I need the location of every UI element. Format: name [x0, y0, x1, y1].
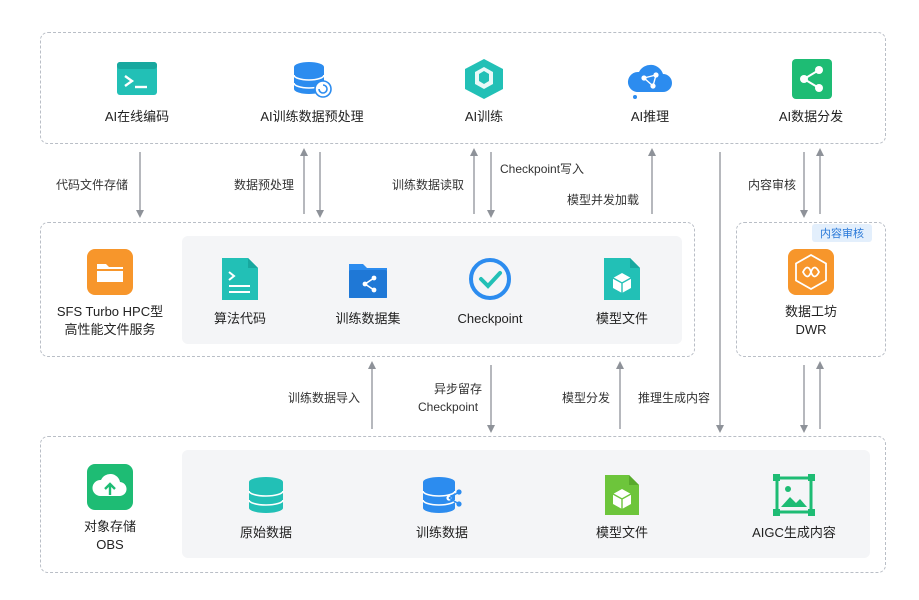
label-sfs-line2: 高性能文件服务 [64, 322, 156, 337]
label-ai-preprocess: AI训练数据预处理 [260, 109, 364, 124]
node-dwr: 数据工坊 DWR [741, 247, 881, 339]
label-obs-line1: 对象存储 [83, 519, 136, 534]
cloud-network-icon [627, 64, 672, 99]
label-raw-data: 原始数据 [239, 525, 292, 540]
label-checkpoint: Checkpoint [457, 311, 523, 326]
node-ai-training: AI训练 [414, 58, 554, 126]
label-ckpt-write: Checkpoint写入 [500, 162, 585, 176]
label-ai-distribution: AI数据分发 [778, 109, 844, 124]
node-ai-inference: AI推理 [580, 58, 720, 126]
terminal-icon [117, 62, 157, 95]
label-async-ckpt-1: 异步留存 [434, 382, 483, 396]
code-file-icon [222, 258, 258, 300]
database-refresh-icon [293, 62, 332, 98]
label-import-data: 训练数据导入 [288, 391, 361, 405]
node-training-data: 训练数据 [372, 474, 512, 542]
label-ai-inference: AI推理 [630, 109, 670, 124]
label-aigc-content: AIGC生成内容 [752, 525, 836, 540]
node-ai-preprocess: AI训练数据预处理 [242, 58, 382, 126]
database-share-icon [422, 477, 462, 513]
label-infer-gen: 推理生成内容 [638, 391, 711, 405]
database-icon [248, 477, 284, 513]
label-sfs-model-file: 模型文件 [595, 311, 648, 326]
label-model-dist: 模型分发 [562, 391, 611, 405]
node-algorithm-code: 算法代码 [170, 256, 310, 328]
node-training-dataset: 训练数据集 [298, 256, 438, 328]
node-sfs-turbo: SFS Turbo HPC型 高性能文件服务 [40, 247, 180, 339]
label-review: 内容审核 [748, 178, 797, 192]
model-file-icon [604, 258, 640, 300]
node-aigc-content: AIGC生成内容 [724, 474, 864, 542]
label-preprocess: 数据预处理 [234, 178, 295, 192]
label-sfs-line1: SFS Turbo HPC型 [56, 304, 164, 319]
node-obs-model-file: 模型文件 [552, 474, 692, 542]
node-checkpoint: Checkpoint [420, 256, 560, 328]
folder-icon [87, 249, 133, 295]
label-dwr-line1: 数据工坊 [784, 304, 837, 319]
label-dwr-line2: DWR [795, 322, 827, 337]
label-training-data: 训练数据 [415, 525, 468, 540]
folder-share-icon [349, 264, 387, 298]
label-code-store: 代码文件存储 [56, 178, 129, 192]
cloud-upload-icon [87, 464, 133, 510]
label-obs-line2: OBS [96, 537, 124, 552]
label-ai-coding: AI在线编码 [104, 109, 170, 124]
label-model-load: 模型并发加载 [567, 193, 640, 207]
node-obs: 对象存储 OBS [40, 462, 180, 554]
share-nodes-icon [792, 59, 832, 99]
hexagon-network-icon [465, 59, 503, 99]
node-raw-data: 原始数据 [196, 474, 336, 542]
label-obs-model-file: 模型文件 [595, 525, 648, 540]
label-ai-training: AI训练 [464, 109, 504, 124]
check-circle-icon [469, 258, 511, 300]
workshop-icon [788, 249, 834, 295]
model-file-icon [605, 475, 639, 515]
label-algorithm-code: 算法代码 [213, 311, 266, 326]
node-sfs-model-file: 模型文件 [552, 256, 692, 328]
label-train-read: 训练数据读取 [392, 178, 465, 192]
node-ai-coding: AI在线编码 [67, 58, 207, 126]
node-ai-distribution: AI数据分发 [741, 58, 881, 126]
label-async-ckpt-2: Checkpoint [418, 400, 479, 414]
label-training-dataset: 训练数据集 [335, 311, 401, 326]
image-frame-icon [773, 474, 815, 516]
